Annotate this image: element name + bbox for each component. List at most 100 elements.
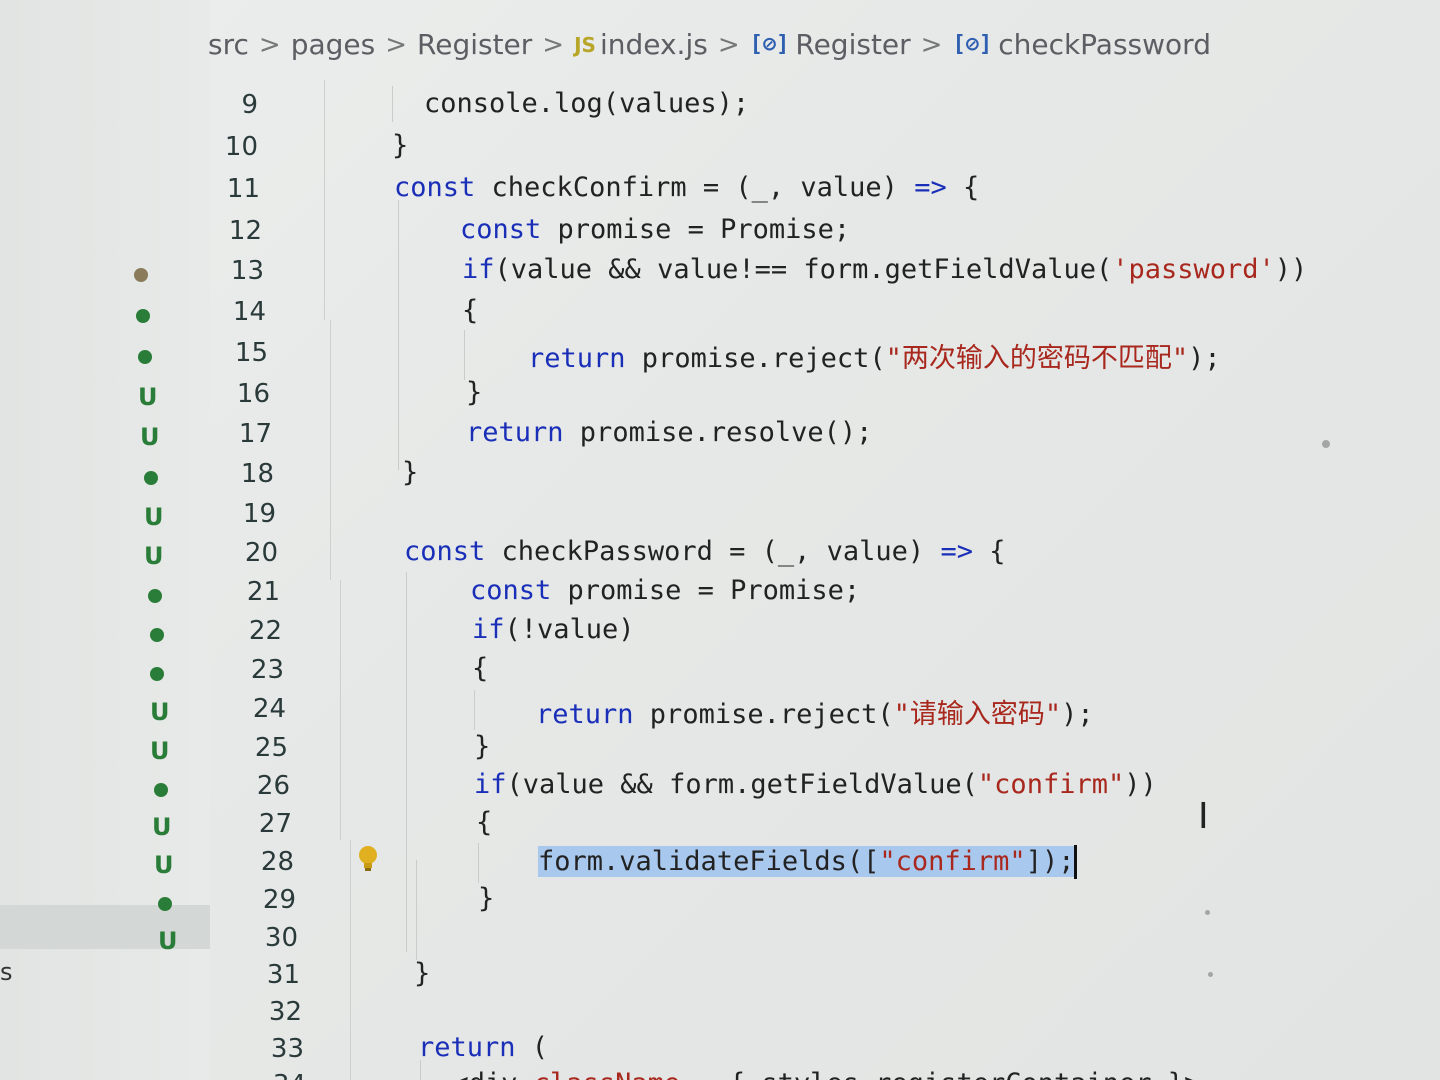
git-modified-dot-icon: [150, 628, 164, 642]
line-number[interactable]: 21: [220, 577, 280, 607]
git-modified-dot-icon: [144, 471, 158, 485]
code-line[interactable]: }: [392, 130, 408, 161]
code-line[interactable]: const promise = Promise;: [460, 214, 850, 245]
line-number[interactable]: 19: [216, 499, 276, 529]
line-number[interactable]: 32: [242, 997, 302, 1027]
code-line[interactable]: }: [402, 457, 418, 488]
keyword-token: =>: [940, 536, 973, 567]
code-token: }: [466, 377, 483, 408]
gutter-divider: [340, 580, 341, 840]
code-line[interactable]: const promise = Promise;: [470, 575, 860, 606]
keyword-token: return: [418, 1032, 516, 1063]
code-line[interactable]: return (: [418, 1032, 548, 1063]
keyword-token: if: [472, 614, 505, 645]
code-line[interactable]: if(!value): [472, 614, 635, 645]
code-token: }: [414, 958, 431, 989]
javascript-file-icon: JS: [574, 32, 596, 57]
code-line[interactable]: form.validateFields(["confirm"]);: [538, 845, 1078, 879]
git-modified-dot-icon: [148, 589, 162, 603]
code-token: = { styles.registerContainer }>: [680, 1068, 1200, 1080]
indent-guide: [392, 86, 393, 122]
breadcrumb-item-register-folder[interactable]: Register: [417, 28, 532, 61]
git-untracked-marker: U: [138, 383, 158, 411]
git-untracked-marker: U: [144, 542, 164, 570]
line-number[interactable]: 30: [238, 923, 298, 953]
code-line[interactable]: {: [462, 295, 478, 326]
git-untracked-marker: U: [154, 851, 174, 879]
line-number[interactable]: 16: [210, 379, 270, 409]
code-line[interactable]: const checkConfirm = (_, value) => {: [394, 172, 979, 203]
line-number[interactable]: 28: [234, 847, 294, 877]
code-line[interactable]: return promise.reject("请输入密码");: [536, 692, 1094, 731]
line-number[interactable]: 24: [226, 694, 286, 724]
breadcrumb-item-register-symbol[interactable]: [⊘] Register: [750, 28, 911, 61]
code-token: }: [478, 883, 495, 914]
symbol-variable-icon: [⊘]: [952, 32, 993, 57]
breadcrumb-item-src[interactable]: src: [208, 28, 249, 61]
keyword-token: const: [460, 214, 542, 245]
line-number[interactable]: 11: [200, 174, 260, 204]
line-number[interactable]: 15: [208, 338, 268, 368]
breadcrumb-item-pages[interactable]: pages: [291, 28, 376, 61]
code-token: );: [1061, 699, 1094, 730]
code-token: promise = Promise;: [551, 575, 861, 606]
breadcrumb-item-checkpassword-symbol[interactable]: [⊘] checkPassword: [952, 28, 1211, 61]
code-line[interactable]: return promise.reject("两次输入的密码不匹配");: [528, 336, 1221, 375]
breadcrumb-item-index-js[interactable]: JS index.js: [574, 28, 708, 61]
code-token: promise.resolve();: [563, 417, 873, 448]
keyword-token: const: [470, 575, 552, 606]
code-line[interactable]: }: [478, 883, 494, 914]
file-explorer-sidebar[interactable]: s: [0, 0, 210, 1080]
code-line[interactable]: return promise.resolve();: [466, 417, 872, 448]
code-token: {: [972, 536, 1006, 567]
code-line[interactable]: <div className = { styles.registerContai…: [420, 1068, 1201, 1080]
code-line[interactable]: const checkPassword = (_, value) => {: [404, 536, 1005, 567]
code-token: }: [392, 130, 409, 161]
chevron-right-icon: >: [258, 29, 281, 60]
code-token: {: [946, 172, 980, 203]
line-number[interactable]: 9: [198, 90, 258, 120]
explorer-selected-row[interactable]: [0, 905, 210, 949]
git-untracked-marker: U: [158, 927, 178, 955]
code-token: (!value): [504, 614, 635, 645]
code-line[interactable]: {: [472, 653, 488, 684]
code-line[interactable]: console.log(values);: [424, 88, 749, 119]
code-token: (: [515, 1032, 549, 1063]
code-line[interactable]: {: [476, 807, 492, 838]
line-number[interactable]: 34: [246, 1070, 306, 1080]
keyword-token: if: [462, 254, 495, 285]
line-number[interactable]: 12: [202, 216, 262, 246]
breadcrumb-label: Register: [795, 28, 911, 61]
code-line[interactable]: if(value && value!== form.getFieldValue(…: [462, 254, 1307, 285]
line-number[interactable]: 25: [228, 733, 288, 763]
line-number[interactable]: 27: [232, 809, 292, 839]
line-number[interactable]: 22: [222, 616, 282, 646]
code-token: (value && form.getFieldValue(: [506, 769, 978, 800]
line-number[interactable]: 18: [214, 459, 274, 489]
line-number[interactable]: 23: [224, 655, 284, 685]
line-number[interactable]: 13: [204, 256, 264, 286]
line-number[interactable]: 17: [212, 419, 272, 449]
chevron-right-icon: >: [542, 29, 565, 60]
line-number[interactable]: 20: [218, 538, 278, 568]
line-number[interactable]: 29: [236, 885, 296, 915]
line-number[interactable]: 31: [240, 960, 300, 990]
line-number[interactable]: 26: [230, 771, 290, 801]
ibeam-cursor-icon: I: [1198, 796, 1209, 837]
line-number[interactable]: 33: [244, 1034, 304, 1064]
indent-guide: [474, 690, 475, 730]
line-number[interactable]: 14: [206, 297, 266, 327]
keyword-token: =>: [914, 172, 947, 203]
line-number[interactable]: 10: [198, 132, 258, 162]
indent-guide: [398, 200, 399, 470]
code-line[interactable]: if(value && form.getFieldValue("confirm"…: [474, 769, 1157, 800]
code-line[interactable]: }: [474, 731, 490, 762]
code-token: (value && value!== form.getFieldValue(: [494, 254, 1113, 285]
lightbulb-icon[interactable]: [358, 845, 378, 873]
code-line[interactable]: }: [466, 377, 482, 408]
indent-guide: [464, 330, 465, 380]
gutter-divider: [324, 80, 325, 320]
code-token: console.log(values);: [424, 88, 750, 119]
code-line[interactable]: }: [414, 958, 430, 989]
selected-string-token: "confirm": [879, 845, 1026, 877]
